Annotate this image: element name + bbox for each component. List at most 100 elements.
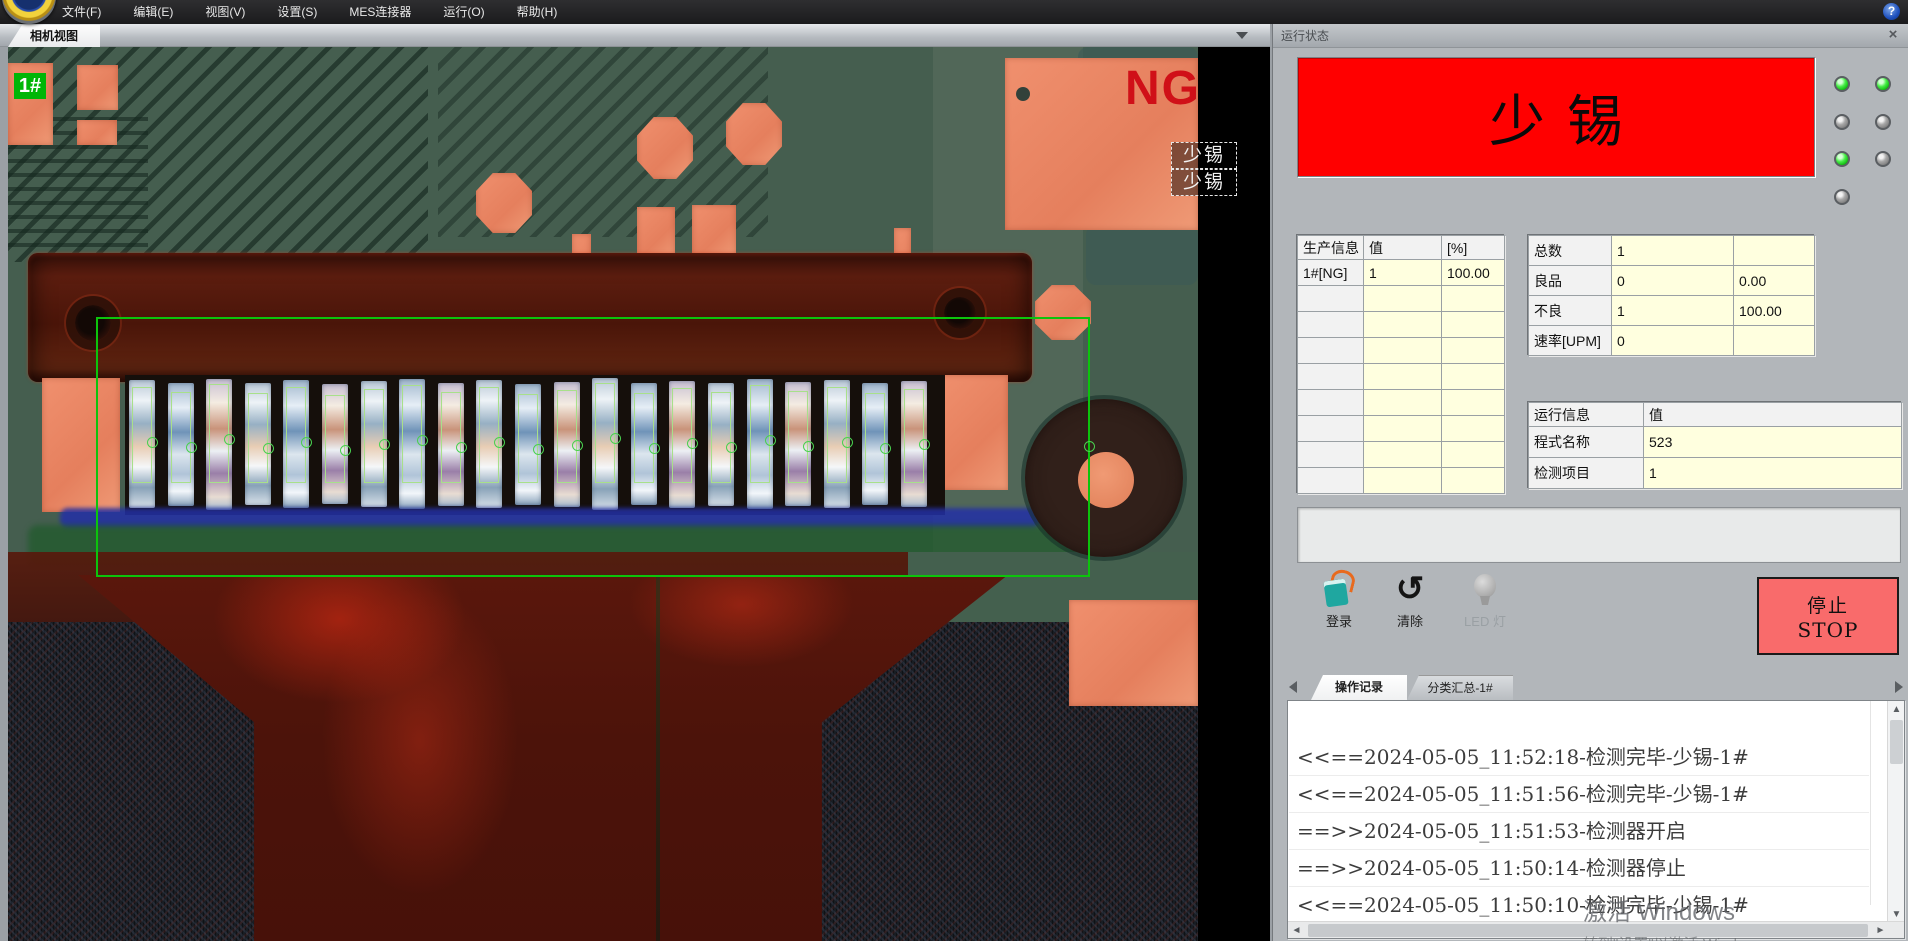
bulb-glass-shape	[1474, 574, 1496, 598]
table-cell: 0	[1612, 326, 1734, 356]
table-cell	[1298, 468, 1364, 494]
table-cell: 0	[1612, 266, 1734, 296]
application-window: 文件(F)编辑(E)视图(V)设置(S)MES连接器运行(O)帮助(H) ? 相…	[0, 0, 1908, 941]
table-cell	[1442, 364, 1505, 390]
close-icon[interactable]: ×	[1884, 26, 1902, 44]
table-cell	[1298, 390, 1364, 416]
status-led-green	[1875, 76, 1891, 92]
run-info-table: 运行信息值程式名称523检测项目1	[1528, 402, 1902, 489]
table-cell	[1364, 390, 1442, 416]
menu-item-6[interactable]: 运行(O)	[427, 0, 500, 24]
log-tab-bar: 操作记录 分类汇总-1#	[1287, 672, 1905, 700]
table-cell	[1298, 416, 1364, 442]
status-led-gray	[1834, 114, 1850, 130]
table-cell	[1442, 390, 1505, 416]
button-badge[interactable]: 登录	[1307, 572, 1371, 634]
copper-pad	[1069, 600, 1198, 706]
menu-item-2[interactable]: 编辑(E)	[117, 0, 189, 24]
table-cell	[1734, 326, 1815, 356]
result-banner-text: 少锡	[1467, 77, 1645, 158]
status-led-green	[1834, 76, 1850, 92]
table-cell	[1364, 416, 1442, 442]
status-led-gray	[1875, 114, 1891, 130]
menu-item-4[interactable]: 设置(S)	[261, 0, 333, 24]
bulb-icon	[1467, 572, 1503, 608]
table-cell	[1442, 442, 1505, 468]
menu-item-3[interactable]: 视图(V)	[189, 0, 261, 24]
table-cell	[1442, 286, 1505, 312]
flex-cable-seam	[656, 575, 660, 941]
pad-hole	[1016, 87, 1030, 101]
defect-tag: 少锡	[1171, 169, 1237, 196]
badge-card-shape	[1323, 579, 1348, 608]
table-cell	[1298, 442, 1364, 468]
table-cell	[1442, 338, 1505, 364]
table-cell	[1298, 312, 1364, 338]
button-bulb[interactable]: LED 灯	[1453, 572, 1517, 634]
scroll-left-icon[interactable]: ◄	[1288, 922, 1305, 939]
copper-pad	[77, 65, 118, 110]
scroll-up-icon[interactable]: ▲	[1888, 701, 1905, 718]
table-cell: 100.00	[1734, 296, 1815, 326]
tab-scroll-left-icon[interactable]	[1289, 681, 1297, 693]
tab-category-summary[interactable]: 分类汇总-1#	[1407, 675, 1513, 700]
chevron-down-icon[interactable]	[1236, 32, 1248, 39]
button-label: 清除	[1378, 611, 1442, 630]
copper-pad	[637, 207, 675, 259]
operation-log-box: <<==2024-05-05_11:52:18-检测完毕-少锡-1#<<==20…	[1287, 700, 1905, 939]
table-cell	[1364, 312, 1442, 338]
run-status-panel: 运行状态 × 少锡 生产信息值[%]1#[NG]1100.00 总数1良品00.…	[1272, 24, 1908, 941]
table-cell	[1364, 442, 1442, 468]
tab-scroll-right-icon[interactable]	[1895, 681, 1903, 693]
clear-icon: ↺	[1392, 572, 1428, 608]
stop-button[interactable]: 停止 STOP	[1757, 577, 1899, 655]
help-icon[interactable]: ?	[1883, 3, 1900, 20]
button-label: 登录	[1307, 611, 1371, 630]
copper-pad-octagon	[637, 117, 693, 179]
log-entry: ==>>2024-05-05_11:51:53-检测器开启	[1289, 813, 1869, 850]
table-cell: 100.00	[1442, 260, 1505, 286]
horizontal-scrollbar[interactable]: ◄ ►	[1288, 921, 1905, 938]
menu-item-7[interactable]: 帮助(H)	[501, 0, 574, 24]
table-cell: 523	[1644, 427, 1902, 458]
result-ng-label: NG	[1125, 61, 1201, 116]
log-entry: <<==2024-05-05_11:51:56-检测完毕-少锡-1#	[1289, 776, 1869, 813]
table-cell	[1442, 468, 1505, 494]
result-banner: 少锡	[1297, 57, 1815, 177]
log-entry: <<==2024-05-05_11:52:18-检测完毕-少锡-1#	[1289, 739, 1869, 776]
tab-operation-log[interactable]: 操作记录	[1311, 675, 1407, 700]
message-box	[1297, 507, 1901, 563]
menu-item-5[interactable]: MES连接器	[333, 0, 427, 24]
table-cell: 总数	[1529, 236, 1612, 266]
vscroll-thumb[interactable]	[1890, 720, 1903, 764]
hscroll-thumb[interactable]	[1308, 924, 1868, 937]
panel-title: 运行状态	[1281, 29, 1329, 43]
table-cell: 1	[1644, 458, 1902, 489]
scroll-right-icon[interactable]: ►	[1872, 922, 1889, 939]
table-cell	[1298, 338, 1364, 364]
bulb-base-shape	[1480, 596, 1490, 605]
table-cell: 1	[1364, 260, 1442, 286]
button-clear[interactable]: ↺ 清除	[1378, 572, 1442, 634]
table-cell: 不良	[1529, 296, 1612, 326]
inspection-roi-rectangle	[96, 317, 1090, 577]
title-bar: 文件(F)编辑(E)视图(V)设置(S)MES连接器运行(O)帮助(H) ?	[0, 0, 1908, 24]
table-cell	[1442, 416, 1505, 442]
vertical-scrollbar[interactable]: ▲ ▼	[1887, 701, 1904, 923]
stop-button-cn: 停止	[1807, 591, 1849, 618]
tab-camera-view[interactable]: 相机视图	[8, 25, 100, 47]
status-led-green	[1834, 151, 1850, 167]
roi-marker-circle	[1084, 441, 1095, 452]
log-column-divider	[1870, 701, 1871, 905]
table-cell	[1364, 364, 1442, 390]
log-entry: ==>>2024-05-05_11:50:14-检测器停止	[1289, 850, 1869, 887]
camera-viewport: 1# NG 少锡 少锡	[8, 47, 1270, 941]
menu-item-1[interactable]: 文件(F)	[46, 0, 117, 24]
status-led-gray	[1875, 151, 1891, 167]
table-cell: 1	[1612, 296, 1734, 326]
table-header: 值	[1644, 403, 1902, 427]
table-header: 生产信息	[1298, 236, 1364, 260]
status-led-gray	[1834, 189, 1850, 205]
pcb-region	[1086, 225, 1198, 285]
menu-bar: 文件(F)编辑(E)视图(V)设置(S)MES连接器运行(O)帮助(H)	[0, 0, 573, 24]
